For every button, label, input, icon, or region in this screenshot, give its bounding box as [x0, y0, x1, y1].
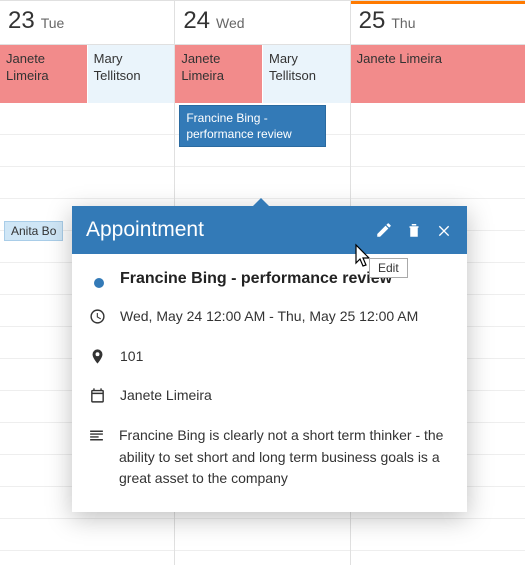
day-number: 24 — [183, 7, 210, 35]
day-number: 23 — [8, 7, 35, 35]
notes-icon — [88, 425, 105, 444]
clock-icon — [88, 306, 106, 325]
allday-row: Janete Limeira — [351, 45, 525, 103]
day-header[interactable]: 23 Tue — [0, 1, 174, 45]
allday-event[interactable]: Mary Tellitson — [88, 45, 175, 103]
edit-icon[interactable] — [375, 221, 393, 239]
day-number: 25 — [359, 7, 386, 35]
allday-row: Janete Limeira Mary Tellitson — [175, 45, 349, 103]
day-header[interactable]: 24 Wed — [175, 1, 349, 45]
appointment-subject: Francine Bing - performance review — [120, 270, 392, 288]
calendar-icon — [88, 385, 106, 404]
appointment-organizer: Janete Limeira — [120, 385, 212, 407]
allday-event[interactable]: Janete Limeira — [351, 45, 525, 103]
tooltip: Edit — [369, 258, 408, 278]
allday-row: Janete Limeira Mary Tellitson — [0, 45, 174, 103]
allday-event[interactable]: Janete Limeira — [175, 45, 263, 103]
allday-event[interactable]: Mary Tellitson — [263, 45, 350, 103]
close-icon[interactable] — [435, 221, 453, 239]
status-dot-icon — [94, 278, 104, 288]
popup-arrow — [252, 198, 270, 207]
appointment-notes: Francine Bing is clearly not a short ter… — [119, 425, 451, 490]
appointment-time: Wed, May 24 12:00 AM - Thu, May 25 12:00… — [120, 306, 418, 328]
delete-icon[interactable] — [405, 221, 423, 239]
appointment-popup: Appointment Francine Bing - performance … — [72, 206, 467, 512]
event-anita[interactable]: Anita Bo — [4, 221, 63, 241]
popup-header: Appointment — [72, 206, 467, 254]
day-weekday: Tue — [41, 15, 65, 31]
selected-indicator — [351, 1, 525, 4]
allday-event[interactable]: Janete Limeira — [0, 45, 88, 103]
popup-body: Francine Bing - performance review Wed, … — [72, 254, 467, 512]
event-francine[interactable]: Francine Bing - performance review — [179, 105, 325, 147]
day-weekday: Thu — [391, 15, 415, 31]
day-header[interactable]: 25 Thu — [351, 1, 525, 45]
location-icon — [88, 346, 106, 365]
popup-title: Appointment — [86, 218, 375, 242]
day-weekday: Wed — [216, 15, 245, 31]
appointment-location: 101 — [120, 346, 143, 368]
